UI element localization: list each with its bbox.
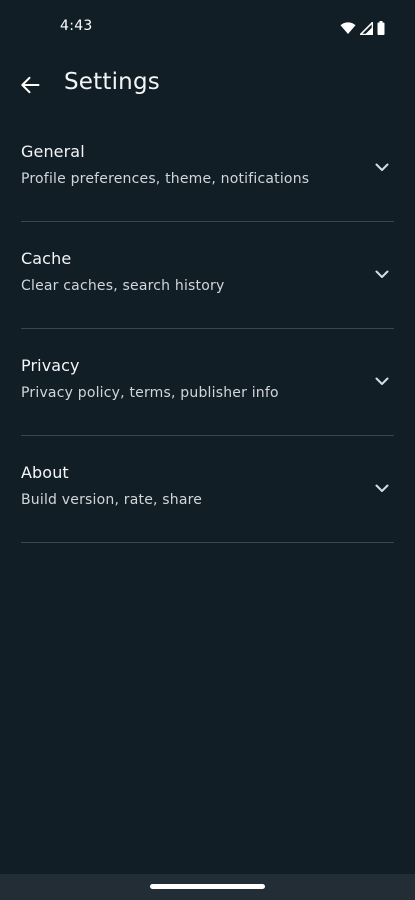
item-title: About [21, 463, 69, 482]
back-button[interactable] [14, 71, 46, 103]
chevron-down-icon[interactable] [374, 373, 390, 389]
settings-list: General Profile preferences, theme, noti… [21, 115, 394, 543]
signal-icon [358, 20, 374, 39]
item-title: Privacy [21, 356, 80, 375]
settings-item-cache[interactable]: Cache Clear caches, search history [21, 222, 394, 329]
page-title: Settings [64, 69, 160, 95]
settings-item-general[interactable]: General Profile preferences, theme, noti… [21, 115, 394, 222]
item-title: General [21, 142, 85, 161]
chevron-down-icon[interactable] [374, 266, 390, 282]
home-gesture-handle[interactable] [150, 884, 265, 889]
item-subtitle: Clear caches, search history [21, 278, 225, 294]
settings-item-about[interactable]: About Build version, rate, share [21, 436, 394, 543]
item-title: Cache [21, 249, 72, 268]
system-nav-bar [0, 874, 415, 900]
arrow-left-icon [20, 76, 40, 98]
chevron-down-icon[interactable] [374, 480, 390, 496]
status-icons [340, 20, 385, 39]
item-subtitle: Privacy policy, terms, publisher info [21, 385, 279, 401]
wifi-icon [340, 20, 356, 39]
top-app-bar: Settings [0, 55, 415, 115]
item-subtitle: Profile preferences, theme, notification… [21, 171, 310, 187]
item-subtitle: Build version, rate, share [21, 492, 203, 508]
status-bar: 4:43 [0, 0, 415, 55]
settings-item-privacy[interactable]: Privacy Privacy policy, terms, publisher… [21, 329, 394, 436]
battery-icon [377, 20, 385, 39]
status-time: 4:43 [60, 18, 93, 34]
chevron-down-icon[interactable] [374, 159, 390, 175]
